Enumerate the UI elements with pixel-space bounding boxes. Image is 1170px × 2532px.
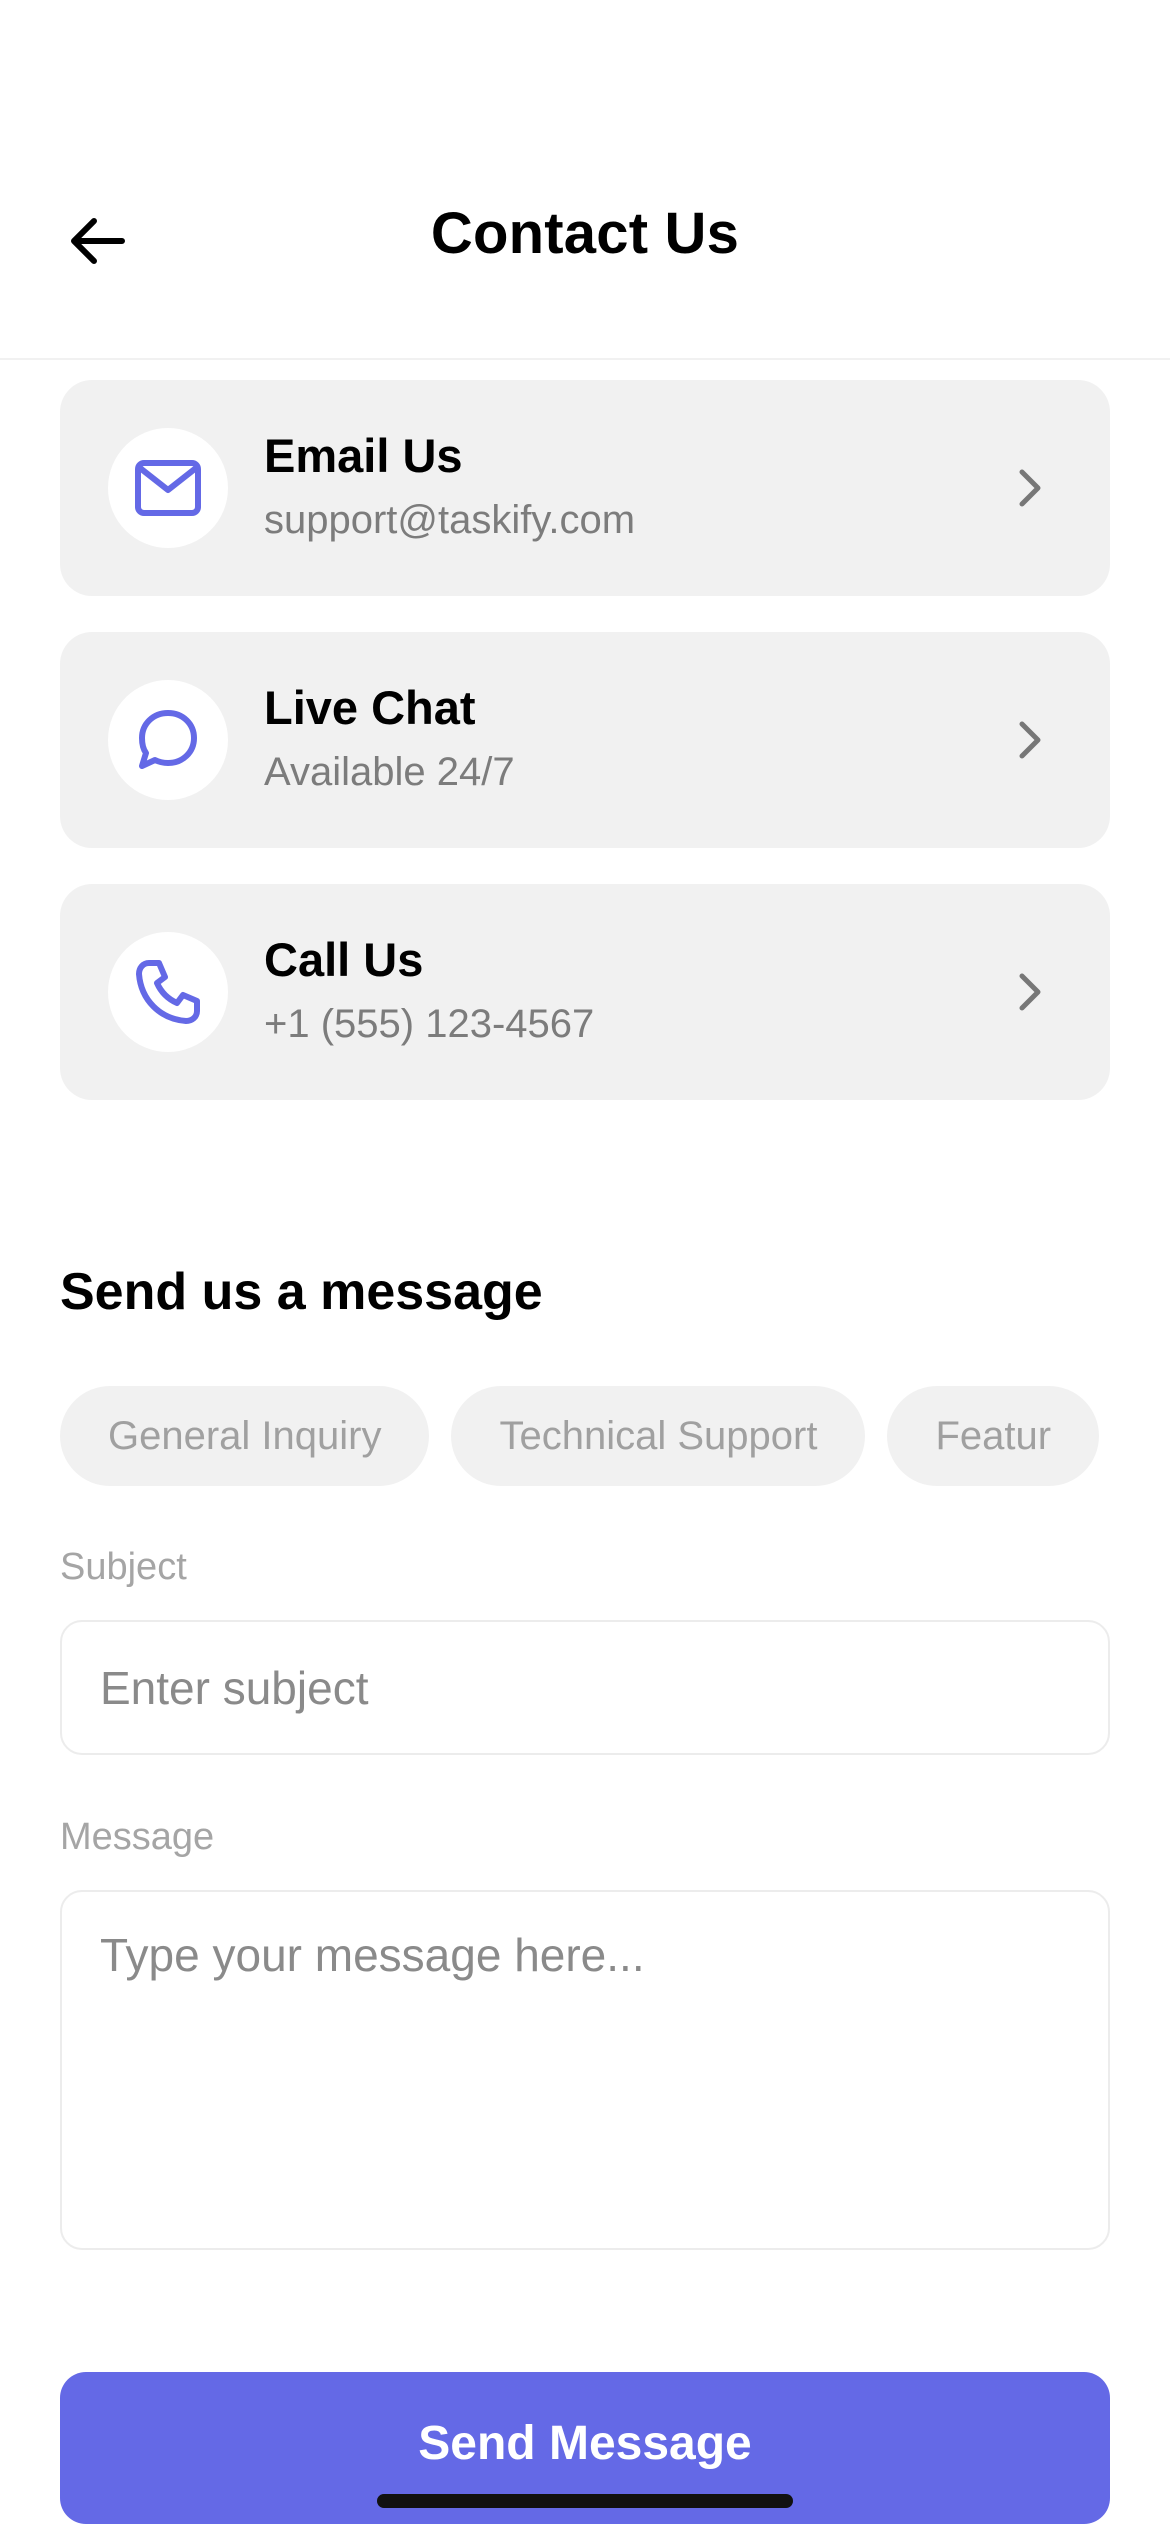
card-subtitle: support@taskify.com — [264, 498, 636, 542]
icon-circle — [108, 428, 228, 548]
card-title: Email Us — [264, 429, 463, 482]
email-us-card[interactable]: Email Us support@taskify.com — [60, 380, 1110, 596]
card-title: Call Us — [264, 933, 424, 986]
subject-label: Subject — [60, 1546, 187, 1588]
send-message-heading: Send us a message — [60, 1263, 543, 1321]
chevron-right-icon — [1010, 715, 1050, 765]
live-chat-card[interactable]: Live Chat Available 24/7 — [60, 632, 1110, 848]
chevron-right-icon — [1010, 967, 1050, 1017]
card-subtitle: Available 24/7 — [264, 750, 515, 794]
phone-icon — [136, 960, 200, 1024]
chip-feature-request[interactable]: Featur — [887, 1386, 1100, 1486]
message-textarea[interactable] — [60, 1890, 1110, 2250]
chat-bubble-icon — [139, 710, 197, 769]
icon-circle — [108, 932, 228, 1052]
chevron-right-icon — [1010, 463, 1050, 513]
card-title: Live Chat — [264, 681, 476, 734]
subject-input[interactable] — [60, 1620, 1110, 1755]
page-title: Contact Us — [430, 201, 740, 266]
mail-icon — [135, 460, 201, 516]
navigation-header: Contact Us — [0, 0, 1170, 360]
message-label: Message — [60, 1816, 215, 1858]
call-us-card[interactable]: Call Us +1 (555) 123-4567 — [60, 884, 1110, 1100]
home-indicator — [377, 2494, 793, 2508]
chip-technical-support[interactable]: Technical Support — [451, 1386, 866, 1486]
contact-us-screen: Contact Us Email Us support@taskify.com … — [0, 0, 1170, 2532]
card-subtitle: +1 (555) 123-4567 — [264, 1002, 595, 1046]
icon-circle — [108, 680, 228, 800]
chip-general-inquiry[interactable]: General Inquiry — [60, 1386, 430, 1486]
category-chips: General Inquiry Technical Support Featur — [60, 1386, 1110, 1486]
